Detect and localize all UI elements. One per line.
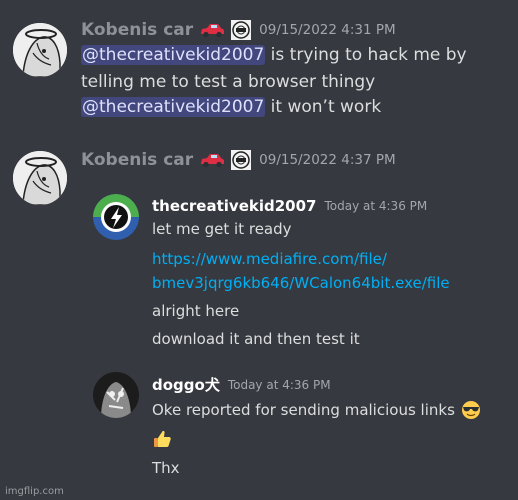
timestamp: 09/15/2022 4:37 PM [259, 152, 396, 168]
message-text: Thx [152, 459, 180, 477]
message-text: Oke reported for sending malicious links [152, 401, 455, 419]
message-text: let me get it ready [152, 220, 292, 238]
mediafire-link[interactable]: bmev3jqrg6kb646/WCalon64bit.exe/file [152, 274, 450, 292]
message-line: telling me to test a browser thingy [81, 72, 375, 92]
watermark: imgflip.com [5, 486, 64, 497]
username[interactable]: Kobenis car [81, 20, 193, 40]
message-header: Kobenis car 09/15/2022 4:37 PM [81, 150, 396, 170]
message-text: is trying to hack me by [265, 45, 467, 65]
username[interactable]: thecreativekid2007 [152, 197, 316, 215]
avatar[interactable] [93, 372, 139, 418]
username[interactable]: doggo犬 [152, 374, 220, 395]
username[interactable]: Kobenis car [81, 150, 193, 170]
avatar[interactable] [93, 194, 139, 240]
message-text: telling me to test a browser thingy [81, 72, 376, 92]
mediafire-link[interactable]: https://www.mediafire.com/file/ [152, 250, 387, 268]
message-header: Kobenis car 09/15/2022 4:31 PM [81, 20, 396, 40]
message-line: Oke reported for sending malicious links [152, 400, 481, 420]
embed-header: doggo犬 Today at 4:36 PM [152, 374, 331, 395]
avatar[interactable] [13, 23, 67, 77]
embed-header: thecreativekid2007 Today at 4:36 PM [152, 197, 427, 215]
message-line: @thecreativekid2007 is trying to hack me… [81, 45, 467, 65]
message-text: download it and then test it [152, 330, 360, 348]
user-mention[interactable]: @thecreativekid2007 [81, 45, 266, 65]
timestamp: Today at 4:36 PM [324, 199, 428, 213]
timestamp: 09/15/2022 4:31 PM [259, 22, 396, 38]
thumbs-up-emoji-icon [154, 430, 171, 447]
server-badge-icon [231, 20, 252, 40]
sunglasses-emoji-icon [461, 401, 480, 419]
message-line: @thecreativekid2007 it won’t work [81, 97, 381, 117]
message-text: alright here [152, 302, 240, 320]
red-car-emoji-icon [201, 154, 225, 168]
server-badge-icon [231, 150, 252, 170]
avatar[interactable] [13, 151, 67, 205]
timestamp: Today at 4:36 PM [227, 377, 331, 392]
user-mention[interactable]: @thecreativekid2007 [81, 97, 266, 117]
message-text: it won’t work [265, 97, 382, 117]
red-car-emoji-icon [201, 24, 225, 38]
